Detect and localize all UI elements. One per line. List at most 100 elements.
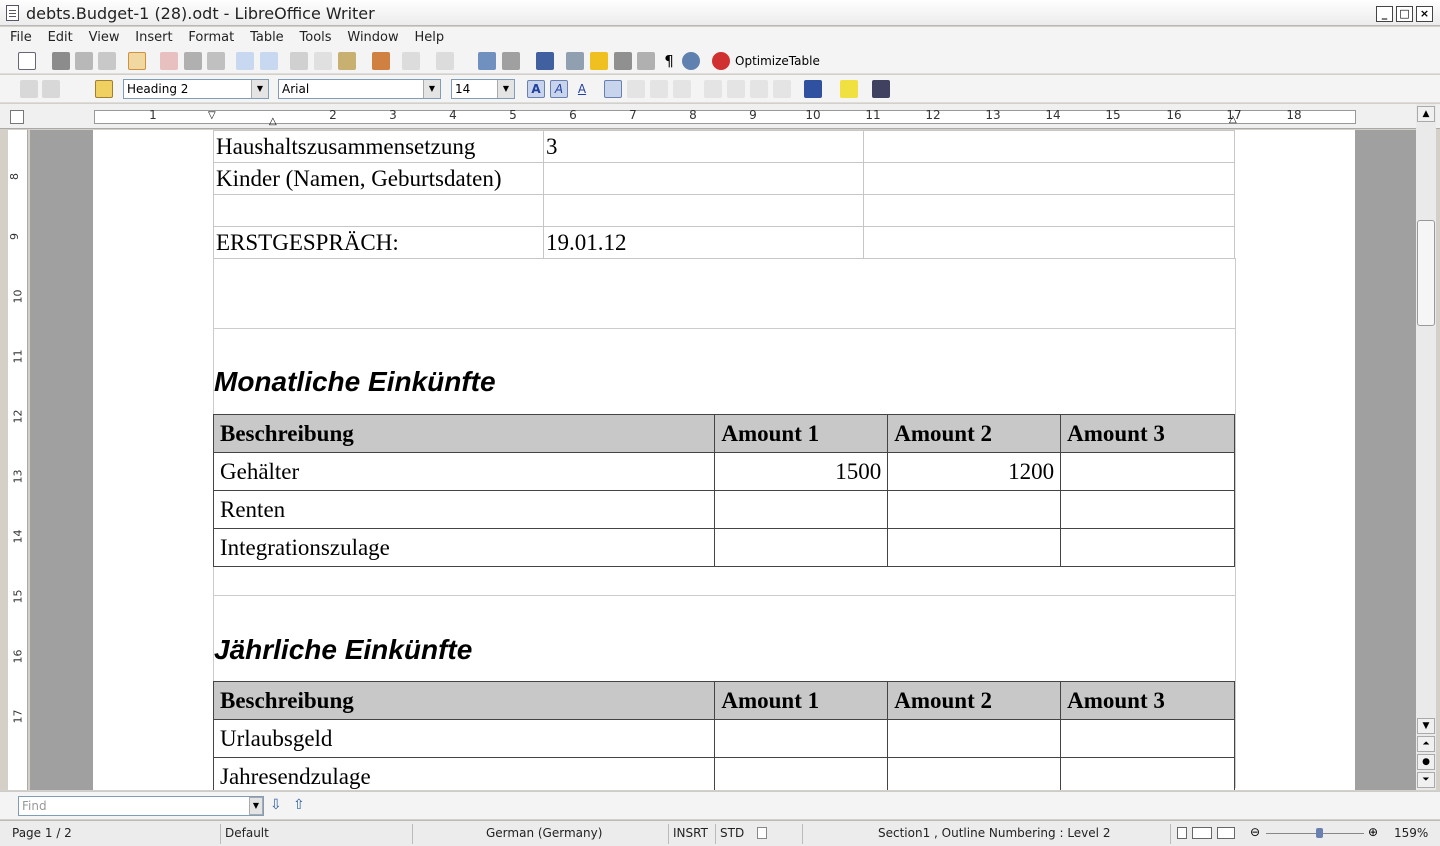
table-cell[interactable]: Haushaltszusammensetzung bbox=[213, 130, 544, 163]
menu-table[interactable]: Table bbox=[250, 27, 284, 48]
font-size-select[interactable]: 14 ▼ bbox=[451, 79, 515, 99]
table-cell[interactable] bbox=[887, 719, 1062, 758]
highlighting-icon[interactable] bbox=[840, 80, 858, 98]
previous-page-icon[interactable]: ⏶ bbox=[1417, 736, 1435, 752]
heading-yearly-income[interactable]: Jährliche Einkünfte bbox=[214, 634, 472, 666]
page-indicator[interactable]: Page 1 / 2 bbox=[12, 826, 72, 840]
table-cell[interactable] bbox=[714, 757, 889, 790]
font-color-icon[interactable] bbox=[804, 80, 822, 98]
data-sources-icon[interactable] bbox=[637, 52, 655, 70]
document-page[interactable]: Haushaltszusammensetzung 3 Kinder (Namen… bbox=[93, 130, 1355, 790]
chevron-down-icon[interactable]: ▼ bbox=[249, 797, 263, 815]
chevron-down-icon[interactable]: ▼ bbox=[251, 80, 268, 98]
paste-icon[interactable] bbox=[338, 52, 356, 70]
clone-format-icon[interactable] bbox=[372, 52, 390, 70]
table-cell[interactable] bbox=[862, 130, 1236, 163]
table-cell[interactable]: ERSTGESPRÄCH: bbox=[213, 226, 544, 259]
hyperlink-icon[interactable] bbox=[478, 52, 496, 70]
table-cell[interactable] bbox=[714, 719, 889, 758]
table-cell[interactable]: 3 bbox=[542, 130, 864, 163]
zoom-slider-handle[interactable] bbox=[1316, 828, 1323, 838]
table-icon[interactable] bbox=[502, 52, 520, 70]
table-cell[interactable] bbox=[542, 194, 864, 227]
menu-help[interactable]: Help bbox=[414, 27, 444, 48]
multi-page-view-icon[interactable] bbox=[1192, 827, 1212, 839]
zoom-level[interactable]: 159% bbox=[1394, 826, 1428, 840]
table-cell[interactable] bbox=[542, 162, 864, 195]
book-view-icon[interactable] bbox=[1217, 827, 1235, 839]
yearly-income-table[interactable]: Beschreibung Amount 1 Amount 2 Amount 3 … bbox=[212, 681, 1235, 790]
table-cell[interactable]: Integrationszulage bbox=[212, 528, 716, 567]
spellcheck-icon[interactable] bbox=[236, 52, 254, 70]
menu-view[interactable]: View bbox=[89, 27, 120, 48]
table-cell[interactable] bbox=[862, 194, 1236, 227]
table-cell[interactable] bbox=[213, 194, 544, 227]
find-previous-icon[interactable]: ⇧ bbox=[293, 797, 305, 813]
single-page-view-icon[interactable] bbox=[1177, 827, 1187, 839]
autospellcheck-icon[interactable] bbox=[260, 52, 278, 70]
table-row[interactable]: Integrationszulage bbox=[212, 528, 1235, 567]
column-header[interactable]: Amount 2 bbox=[887, 681, 1062, 720]
cut-icon[interactable] bbox=[290, 52, 308, 70]
chevron-down-icon[interactable]: ▼ bbox=[497, 80, 514, 98]
background-color-icon[interactable] bbox=[872, 80, 890, 98]
increase-indent-icon[interactable] bbox=[773, 80, 791, 98]
scroll-up-icon[interactable]: ▲ bbox=[1417, 106, 1435, 122]
justify-icon[interactable] bbox=[673, 80, 691, 98]
optimize-table-icon[interactable] bbox=[712, 52, 730, 70]
table-cell[interactable] bbox=[714, 490, 889, 529]
table-row[interactable]: ERSTGESPRÄCH: 19.01.12 bbox=[213, 226, 1236, 259]
table-cell[interactable] bbox=[1060, 757, 1235, 790]
table-row[interactable]: Jahresendzulage bbox=[212, 757, 1235, 790]
table-cell[interactable] bbox=[1060, 719, 1235, 758]
horizontal-ruler[interactable]: 1 2 3 4 5 6 7 8 9 10 11 12 13 14 15 16 1… bbox=[0, 104, 1440, 129]
column-header[interactable]: Amount 1 bbox=[714, 681, 889, 720]
font-name-select[interactable]: Arial ▼ bbox=[278, 79, 441, 99]
scroll-down-icon[interactable]: ▼ bbox=[1417, 718, 1435, 734]
zoom-slider[interactable] bbox=[1266, 833, 1364, 834]
column-header[interactable]: Amount 3 bbox=[1060, 681, 1235, 720]
align-center-icon[interactable] bbox=[627, 80, 645, 98]
print-preview-icon[interactable] bbox=[207, 52, 225, 70]
table-row[interactable] bbox=[213, 194, 1236, 227]
show-draw-icon[interactable] bbox=[536, 52, 554, 70]
decrease-indent-icon[interactable] bbox=[750, 80, 768, 98]
next-page-icon[interactable]: ⏷ bbox=[1417, 772, 1435, 788]
bold-icon[interactable]: A bbox=[527, 80, 545, 98]
zoom-out-icon[interactable]: ⊖ bbox=[1250, 825, 1260, 839]
optimize-table-button[interactable]: OptimizeTable bbox=[735, 54, 820, 68]
table-cell[interactable]: 1200 bbox=[887, 452, 1062, 491]
navigation-icon[interactable]: ● bbox=[1417, 754, 1435, 770]
column-header[interactable]: Amount 1 bbox=[714, 414, 889, 453]
insert-mode[interactable]: INSRT bbox=[673, 826, 708, 840]
back-icon[interactable] bbox=[20, 80, 38, 98]
underline-icon[interactable]: A bbox=[573, 80, 591, 98]
table-cell[interactable] bbox=[862, 162, 1236, 195]
table-row[interactable]: Kinder (Namen, Geburtsdaten) bbox=[213, 162, 1236, 195]
left-indent-marker[interactable]: △ bbox=[269, 116, 277, 127]
edit-mode-icon[interactable] bbox=[128, 52, 146, 70]
gallery-icon[interactable] bbox=[614, 52, 632, 70]
export-pdf-icon[interactable] bbox=[160, 52, 178, 70]
new-document-icon[interactable] bbox=[18, 52, 36, 70]
paragraph-style-select[interactable]: Heading 2 ▼ bbox=[123, 79, 269, 99]
align-left-icon[interactable] bbox=[604, 80, 622, 98]
chevron-down-icon[interactable]: ▼ bbox=[423, 80, 440, 98]
italic-icon[interactable]: A bbox=[550, 80, 568, 98]
column-header[interactable]: Beschreibung bbox=[212, 681, 716, 720]
table-row[interactable]: Haushaltszusammensetzung 3 bbox=[213, 130, 1236, 163]
table-cell[interactable] bbox=[714, 528, 889, 567]
maximize-button[interactable]: □ bbox=[1396, 6, 1413, 22]
table-cell[interactable]: 1500 bbox=[714, 452, 889, 491]
document-workspace[interactable]: Haushaltszusammensetzung 3 Kinder (Namen… bbox=[30, 130, 1416, 790]
first-line-indent-marker[interactable]: ▽ bbox=[208, 110, 216, 121]
page-style[interactable]: Default bbox=[225, 826, 269, 840]
vertical-scrollbar[interactable]: ▲ ▼ ⏶ ● ⏷ bbox=[1416, 104, 1436, 790]
zoom-icon[interactable] bbox=[682, 52, 700, 70]
scrollbar-thumb[interactable] bbox=[1417, 220, 1435, 326]
email-icon[interactable] bbox=[98, 52, 116, 70]
formatting-marks-icon[interactable]: ¶ bbox=[660, 52, 678, 70]
tab-stop-type-icon[interactable] bbox=[10, 110, 24, 124]
table-cell[interactable] bbox=[887, 490, 1062, 529]
table-cell[interactable]: Kinder (Namen, Geburtsdaten) bbox=[213, 162, 544, 195]
